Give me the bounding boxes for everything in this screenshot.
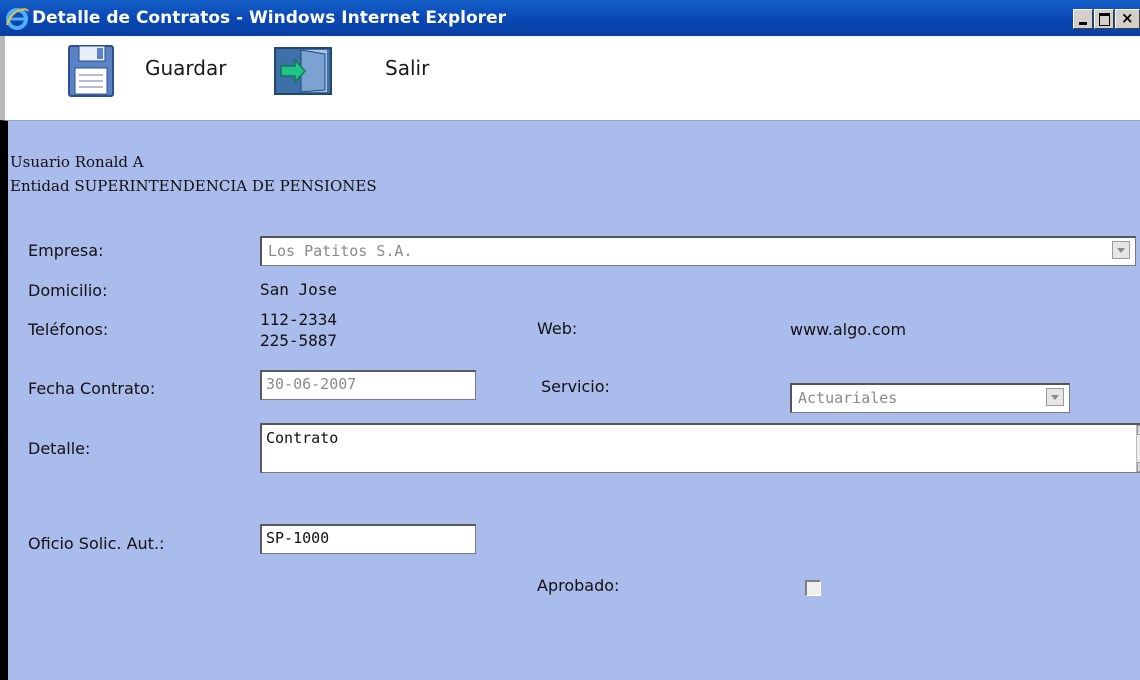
servicio-label: Servicio: (541, 377, 610, 396)
window-titlebar: Detalle de Contratos - Windows Internet … (0, 0, 1140, 36)
chevron-down-icon[interactable] (1046, 388, 1064, 406)
detalle-value: Contrato (266, 429, 339, 447)
domicilio-value: San Jose (260, 280, 338, 299)
fecha-contrato-input[interactable]: 30-06-2007 (260, 370, 476, 400)
fecha-contrato-label: Fecha Contrato: (28, 379, 156, 398)
exit-button[interactable]: Salir (273, 44, 453, 106)
toolbar: Guardar Salir (0, 36, 1140, 120)
detalle-textarea[interactable]: Contrato (260, 423, 1140, 473)
entity-line: Entidad SUPERINTENDENCIA DE PENSIONES (10, 177, 377, 195)
save-button-label: Guardar (145, 56, 227, 80)
domicilio-label: Domicilio: (28, 281, 108, 300)
servicio-select-value: Actuariales (798, 389, 898, 407)
fecha-contrato-value: 30-06-2007 (266, 375, 357, 393)
exit-door-icon (274, 47, 332, 95)
telefono-2: 225-5887 (260, 331, 338, 350)
window-title: Detalle de Contratos - Windows Internet … (32, 8, 506, 28)
user-line: Usuario Ronald A (10, 153, 144, 171)
servicio-select[interactable]: Actuariales (790, 383, 1070, 413)
web-label: Web: (537, 319, 578, 338)
contract-detail-panel: Usuario Ronald A Entidad SUPERINTENDENCI… (0, 120, 1140, 680)
aprobado-label: Aprobado: (537, 576, 620, 595)
close-icon: × (1121, 9, 1134, 27)
web-value: www.algo.com (790, 320, 907, 339)
exit-button-label: Salir (385, 56, 430, 80)
ie-logo-icon (6, 8, 29, 30)
oficio-value: SP-1000 (266, 529, 330, 547)
oficio-input[interactable]: SP-1000 (260, 524, 476, 554)
empresa-label: Empresa: (28, 241, 104, 260)
maximize-button[interactable] (1094, 9, 1114, 29)
save-button[interactable]: Guardar (67, 44, 247, 106)
aprobado-checkbox[interactable] (805, 580, 821, 596)
empresa-select-value: Los Patitos S.A. (268, 242, 413, 260)
detalle-scrollbar[interactable] (1136, 425, 1140, 472)
minimize-button[interactable] (1073, 9, 1093, 29)
close-button[interactable]: × (1115, 9, 1140, 29)
floppy-disk-icon (68, 45, 114, 97)
telefono-1: 112-2334 (260, 310, 338, 329)
detalle-label: Detalle: (28, 439, 91, 458)
oficio-label: Oficio Solic. Aut.: (28, 534, 165, 553)
empresa-select[interactable]: Los Patitos S.A. (260, 236, 1136, 266)
chevron-down-icon[interactable] (1112, 241, 1130, 259)
telefonos-label: Teléfonos: (28, 320, 109, 339)
